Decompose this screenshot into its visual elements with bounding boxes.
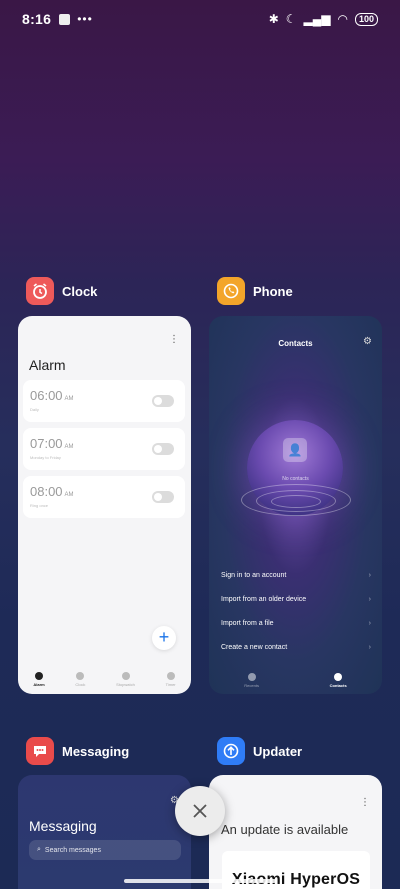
sign-in-option[interactable]: Sign in to an account › xyxy=(221,572,371,579)
nav-timer-label: Timer xyxy=(165,681,176,687)
create-contact-label: Create a new contact xyxy=(221,644,288,651)
alarm-row[interactable]: 07:00 AM Monday to Friday xyxy=(23,428,185,470)
add-alarm-button[interactable]: + xyxy=(152,626,176,650)
ripple-ring xyxy=(270,495,321,508)
close-icon xyxy=(193,804,207,818)
battery-icon: 100 xyxy=(354,12,378,26)
import-older-device-option[interactable]: Import from an older device › xyxy=(221,596,371,603)
alarm-title: Alarm xyxy=(29,357,66,373)
messaging-app-card[interactable]: ⚙ Messaging ⌕ Search messages xyxy=(18,775,191,889)
more-notifications-icon: ••• xyxy=(77,12,93,26)
nav-contacts-label: Contacts xyxy=(329,683,347,688)
alarm-toggle[interactable] xyxy=(152,491,174,503)
search-icon: ⌕ xyxy=(37,846,41,853)
bluetooth-icon: ✱ xyxy=(268,12,279,26)
nav-clock[interactable]: Clock xyxy=(75,671,86,687)
update-available-title: An update is available xyxy=(221,822,349,837)
updater-app-card[interactable]: ⋮ An update is available Xiaomi HyperOS xyxy=(209,775,382,889)
nav-recents-label: Recents xyxy=(244,683,259,688)
alarm-icon xyxy=(35,671,44,680)
hyperos-logo: Xiaomi HyperOS xyxy=(222,851,370,889)
contacts-title: Contacts xyxy=(278,339,313,348)
alarm-toggle[interactable] xyxy=(152,395,174,407)
chevron-right-icon: › xyxy=(368,596,371,603)
nav-recents[interactable]: Recents xyxy=(244,673,259,688)
nav-stopwatch-label: Stopwatch xyxy=(116,681,135,687)
phone-bottom-nav: Recents Contacts xyxy=(209,673,382,688)
messaging-app-header[interactable]: Messaging xyxy=(26,737,129,765)
messaging-app-icon xyxy=(26,737,54,765)
nav-stopwatch[interactable]: Stopwatch xyxy=(116,671,135,687)
alarm-time: 06:00 xyxy=(30,388,63,403)
contact-placeholder-icon: 👤 xyxy=(283,438,307,462)
chevron-right-icon: › xyxy=(368,644,371,651)
alarm-time: 08:00 xyxy=(30,484,63,499)
chevron-right-icon: › xyxy=(368,620,371,627)
more-options-icon[interactable]: ⋮ xyxy=(360,797,370,808)
status-time: 8:16 xyxy=(22,11,52,27)
messaging-app-name: Messaging xyxy=(62,743,130,759)
phone-icon xyxy=(247,673,256,681)
updater-app-header[interactable]: Updater xyxy=(217,737,302,765)
clock-icon xyxy=(76,671,85,680)
stopwatch-icon xyxy=(121,671,130,680)
alarm-repeat: Ring once xyxy=(30,503,49,508)
alarm-ampm: AM xyxy=(64,444,74,450)
alarm-repeat: Monday to Friday xyxy=(30,455,61,460)
home-indicator[interactable] xyxy=(124,879,276,883)
search-placeholder: Search messages xyxy=(44,846,101,854)
phone-app-header[interactable]: Phone xyxy=(217,277,293,305)
do-not-disturb-icon: ☾ xyxy=(285,12,297,26)
signal-icon: ▂▄▆ xyxy=(303,12,331,26)
nav-timer[interactable]: Timer xyxy=(165,671,176,687)
clock-app-card[interactable]: ⋮ Alarm 06:00 AM Daily 07:00 AM Monday to … xyxy=(18,316,191,694)
gear-icon[interactable]: ⚙ xyxy=(363,336,372,347)
more-options-icon[interactable]: ⋮ xyxy=(169,334,179,345)
status-bar: 8:16 ••• ✱ ☾ ▂▄▆ ◠ 100 xyxy=(0,0,400,38)
create-contact-option[interactable]: Create a new contact › xyxy=(221,644,371,651)
clock-bottom-nav: Alarm Clock Stopwatch Timer xyxy=(18,664,191,694)
messaging-title: Messaging xyxy=(29,818,97,834)
nav-contacts[interactable]: Contacts xyxy=(330,673,347,688)
clear-all-button[interactable] xyxy=(175,786,225,836)
notification-icon xyxy=(59,13,71,25)
alarm-row[interactable]: 06:00 AM Daily xyxy=(23,380,185,422)
updater-app-name: Updater xyxy=(253,743,303,759)
updater-app-icon xyxy=(217,737,245,765)
search-messages-input[interactable]: ⌕ Search messages xyxy=(29,840,181,860)
clock-app-name: Clock xyxy=(62,283,98,299)
no-contacts-text: No contacts xyxy=(282,476,309,482)
sign-in-label: Sign in to an account xyxy=(221,572,287,579)
phone-app-icon xyxy=(217,277,245,305)
alarm-row[interactable]: 08:00 AM Ring once xyxy=(23,476,185,518)
clock-app-icon xyxy=(26,277,54,305)
phone-app-card[interactable]: Contacts ⚙ 👤 No contacts Sign in to an a… xyxy=(209,316,382,694)
phone-app-name: Phone xyxy=(253,283,293,299)
person-icon xyxy=(334,673,343,681)
alarm-ampm: AM xyxy=(64,396,74,402)
alarm-repeat: Daily xyxy=(30,407,39,412)
nav-alarm[interactable]: Alarm xyxy=(33,671,45,687)
wifi-icon: ◠ xyxy=(337,12,348,26)
chevron-right-icon: › xyxy=(368,572,371,579)
nav-clock-label: Clock xyxy=(75,681,86,687)
alarm-toggle[interactable] xyxy=(152,443,174,455)
import-file-option[interactable]: Import from a file › xyxy=(221,620,371,627)
alarm-time: 07:00 xyxy=(30,436,63,451)
clock-app-header[interactable]: Clock xyxy=(26,277,97,305)
nav-alarm-label: Alarm xyxy=(33,681,45,687)
timer-icon xyxy=(166,671,175,680)
alarm-ampm: AM xyxy=(64,492,74,498)
import-file-label: Import from a file xyxy=(221,620,274,627)
import-older-device-label: Import from an older device xyxy=(221,596,307,603)
